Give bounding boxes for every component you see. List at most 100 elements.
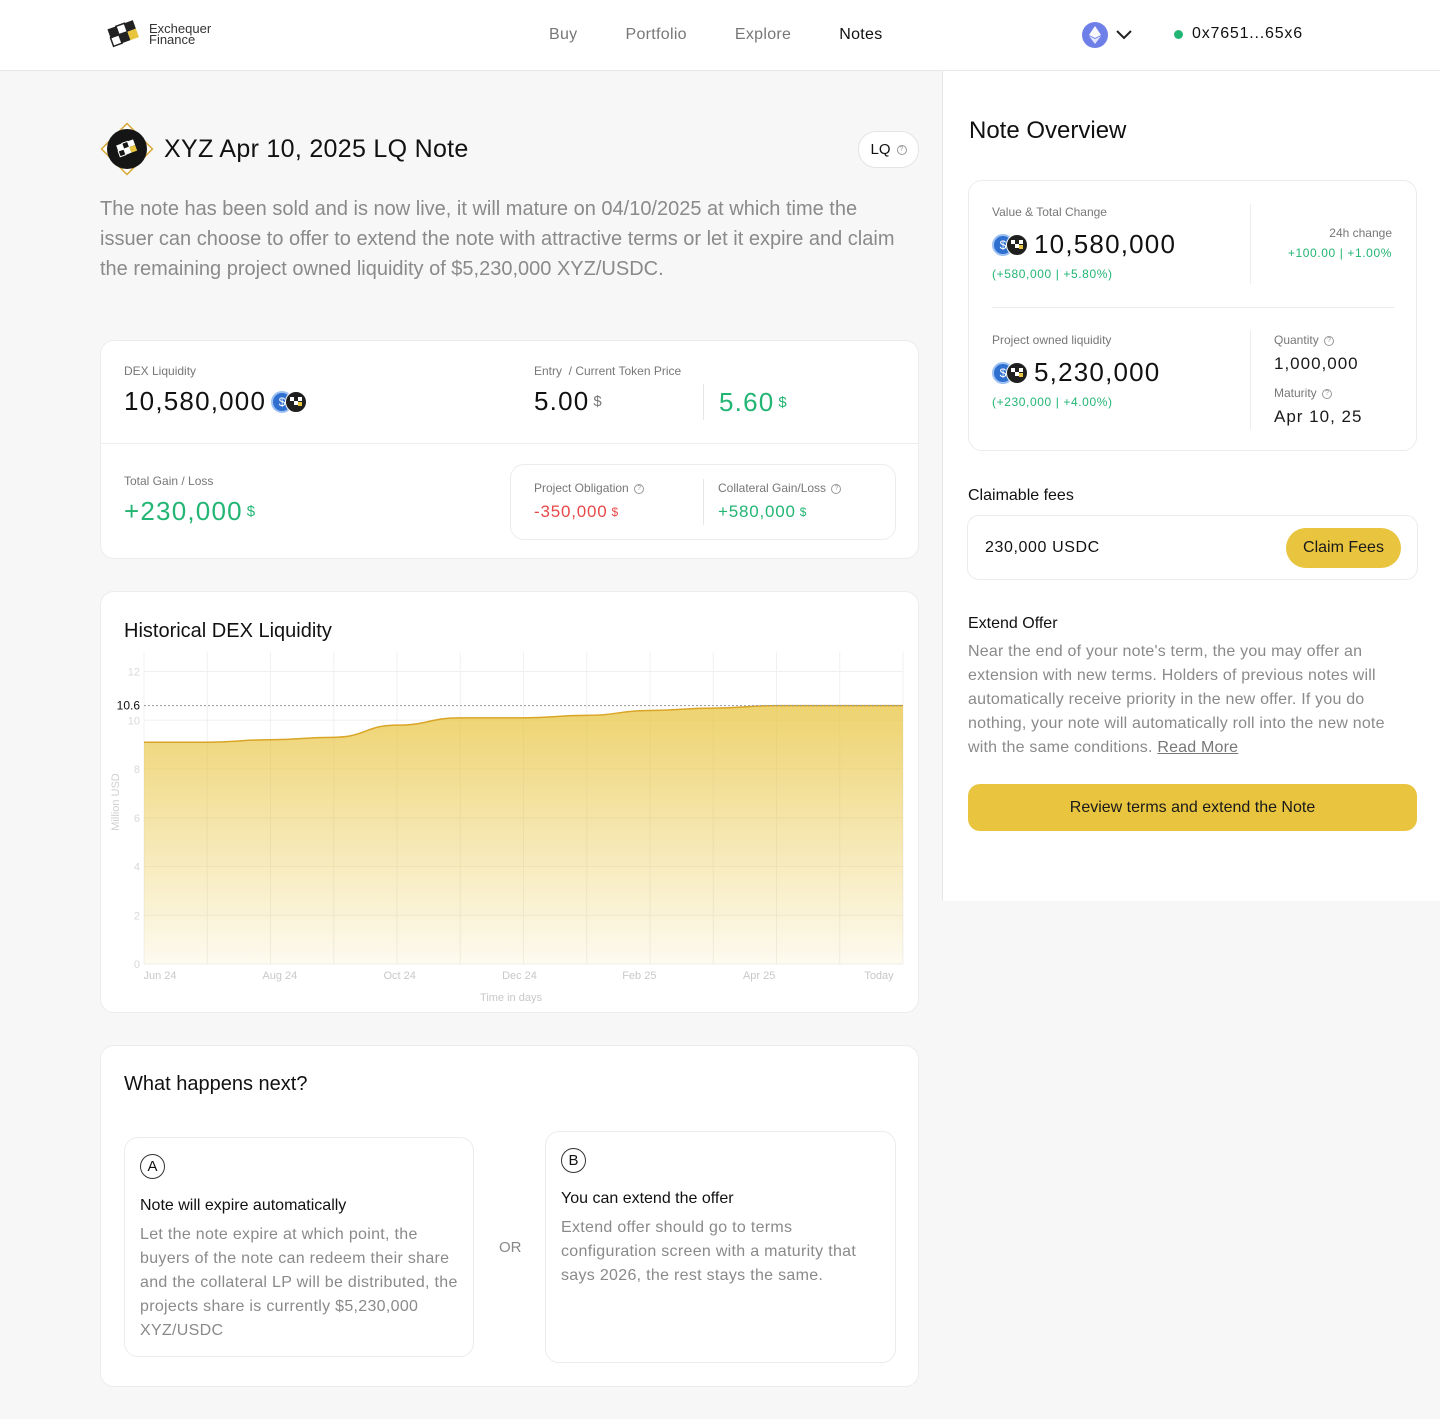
extend-text-block: Near the end of your note's term, the yo… — [968, 640, 1408, 760]
stats-card: DEX Liquidity 10,580,000 $ Entry / Curre… — [100, 340, 919, 559]
chevron-down-icon — [1116, 30, 1132, 40]
x-tick-label: Oct 24 — [383, 970, 415, 982]
next-card: What happens next? A Note will expire au… — [100, 1045, 919, 1387]
xyz-token-icon — [285, 390, 308, 413]
total-gain-label: Total Gain / Loss — [124, 474, 214, 488]
main-nav: Buy Portfolio Explore Notes — [549, 26, 931, 44]
price-divider — [703, 384, 704, 420]
claim-box: 230,000 USDC Claim Fees — [967, 515, 1418, 580]
current-price: 5.60 — [719, 387, 775, 417]
note-overview-panel: Note Overview Value & Total Change $ 10,… — [942, 71, 1440, 901]
quantity-label: Quantity — [1274, 333, 1319, 347]
entry-currency: $ — [593, 393, 602, 410]
overview-value: 10,580,000 — [1034, 229, 1177, 259]
x-tick-label: Today — [864, 970, 894, 982]
nav-notes[interactable]: Notes — [839, 26, 882, 44]
note-title-row: XYZ Apr 10, 2025 LQ Note — [96, 118, 469, 180]
xyz-token-icon — [1006, 233, 1028, 256]
maturity-value: Apr 10, 25 — [1274, 407, 1363, 426]
option-a-title: Note will expire automatically — [140, 1197, 347, 1214]
claim-fees-button[interactable]: Claim Fees — [1286, 528, 1401, 568]
claim-label: Claimable fees — [968, 487, 1074, 504]
option-b-text: Extend offer should go to terms configur… — [561, 1219, 857, 1284]
pol-value: 5,230,000 — [1034, 357, 1161, 387]
dex-liquidity-value: 10,580,000 — [124, 386, 267, 416]
change24-value: +100.00 | +1.00% — [1287, 246, 1392, 260]
entry-price: 5.00 — [534, 386, 590, 416]
option-b-title: You can extend the offer — [561, 1190, 734, 1207]
help-icon: ? — [634, 483, 645, 494]
change24-label: 24h change — [1329, 226, 1392, 240]
token-pair-icon: $ — [992, 233, 1028, 256]
lq-badge[interactable]: LQ ? — [858, 131, 919, 168]
y-tick-label: 12 — [128, 667, 140, 679]
overview-title: Note Overview — [969, 117, 1127, 144]
help-icon: ? — [1324, 335, 1335, 346]
y-tick-label: 0 — [134, 959, 140, 971]
next-title: What happens next? — [124, 1073, 308, 1095]
nav-portfolio[interactable]: Portfolio — [625, 26, 686, 44]
xyz-token-icon — [1006, 361, 1028, 384]
review-extend-button[interactable]: Review terms and extend the Note — [968, 784, 1417, 831]
obligation-card: Project Obligation ? -350,000 $ Collater… — [510, 464, 896, 540]
logo[interactable]: Exchequer Finance — [105, 18, 211, 50]
obligation-label: Project Obligation — [534, 481, 629, 495]
x-tick-label: Jun 24 — [143, 970, 176, 982]
stats-divider — [101, 443, 918, 444]
value-label: Value & Total Change — [992, 205, 1107, 219]
overview-card: Value & Total Change $ 10,580,000 (+580,… — [968, 180, 1417, 451]
gain-currency: $ — [246, 503, 256, 520]
option-b-letter: B — [561, 1148, 586, 1173]
nav-explore[interactable]: Explore — [735, 26, 791, 44]
y-axis-label: Million USD — [110, 773, 122, 831]
wallet-button[interactable]: 0x7651...65x6 — [1174, 25, 1303, 43]
token-pair-icon: $ — [271, 390, 308, 413]
x-tick-label: Dec 24 — [502, 970, 537, 982]
quantity-value: 1,000,000 — [1274, 354, 1359, 373]
lq-badge-label: LQ — [870, 141, 891, 158]
value-change: (+580,000 | +5.80%) — [992, 267, 1113, 281]
y-tick-label: 6 — [134, 813, 140, 825]
note-description: The note has been sold and is now live, … — [100, 198, 895, 280]
collateral-currency: $ — [799, 505, 807, 519]
option-a-text: Let the note expire at which point, the … — [140, 1226, 458, 1339]
y-tick-label: 4 — [134, 862, 140, 874]
option-a-card[interactable]: A Note will expire automatically Let the… — [124, 1137, 474, 1357]
top-header: Exchequer Finance Buy Portfolio Explore … — [0, 0, 1440, 71]
y-tick-label: 2 — [134, 910, 140, 922]
extend-title: Extend Offer — [968, 615, 1058, 632]
price-label: Entry / Current Token Price — [534, 364, 682, 378]
total-gain-value: +230,000 — [124, 496, 243, 526]
claim-value: 230,000 USDC — [985, 539, 1100, 556]
obligation-currency: $ — [611, 505, 619, 519]
area-fill — [144, 705, 903, 964]
liquidity-chart[interactable]: 12 10 8 6 4 2 0 10.6 Jun 24 Aug 24 Oct 24 Dec 24 Feb… — [101, 592, 920, 1014]
y-tick-label: 8 — [134, 764, 140, 776]
ethereum-icon — [1082, 22, 1108, 48]
logo-line2: Finance — [149, 32, 196, 47]
option-b-card[interactable]: B You can extend the offer Extend offer … — [545, 1131, 896, 1363]
page-title: XYZ Apr 10, 2025 LQ Note — [164, 134, 469, 163]
x-tick-label: Feb 25 — [622, 970, 656, 982]
token-pair-icon: $ — [992, 361, 1028, 384]
chart-card: Historical DEX Liquidity 12 10 8 6 4 2 0 10.6 Ju… — [100, 591, 919, 1013]
reference-label: 10.6 — [117, 699, 141, 713]
help-icon: ? — [831, 483, 842, 494]
network-selector[interactable] — [1082, 22, 1132, 48]
exchequer-logo-icon — [107, 20, 139, 48]
read-more-link[interactable]: Read More — [1157, 739, 1238, 756]
nav-buy[interactable]: Buy — [549, 26, 577, 44]
wallet-address: 0x7651...65x6 — [1192, 25, 1303, 42]
overview-divider-h — [992, 307, 1394, 308]
obligation-value: -350,000 — [534, 502, 608, 521]
x-tick-label: Aug 24 — [262, 970, 297, 982]
pol-change: (+230,000 | +4.00%) — [992, 395, 1113, 409]
dex-liquidity-label: DEX Liquidity — [124, 364, 197, 378]
option-a-letter: A — [140, 1154, 165, 1179]
collateral-value: +580,000 — [718, 502, 796, 521]
x-axis-label: Time in days — [480, 992, 542, 1004]
overview-divider-v1 — [1250, 204, 1251, 284]
help-icon: ? — [1322, 388, 1333, 399]
or-label: OR — [499, 1239, 522, 1256]
x-tick-label: Apr 25 — [743, 970, 775, 982]
